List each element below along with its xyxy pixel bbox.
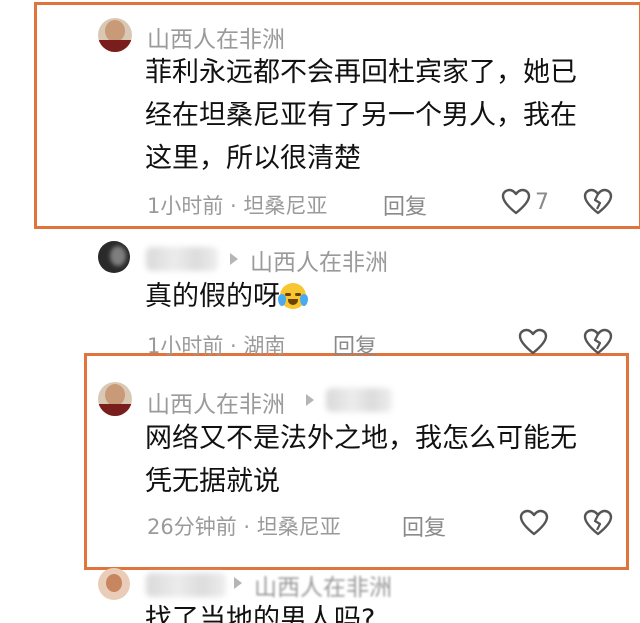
heart-icon[interactable] bbox=[518, 328, 548, 356]
comment-1: 山西人在非洲 菲利永远都不会再回杜宾家了，她已 经在坦桑尼亚有了另一个男人，我在… bbox=[0, 0, 640, 230]
comment-meta: 1小时前 · 坦桑尼亚 bbox=[147, 194, 328, 218]
like-count: 7 bbox=[535, 190, 549, 215]
avatar[interactable] bbox=[98, 241, 130, 273]
comment-username[interactable]: 山西人在非洲 bbox=[147, 20, 285, 54]
blurred-username bbox=[146, 573, 226, 597]
broken-heart-icon[interactable] bbox=[583, 509, 613, 537]
heart-icon[interactable] bbox=[519, 509, 549, 537]
comment-text-line: 凭无据就说 bbox=[145, 466, 280, 497]
comment-text-line: 找了当地的男人吗? bbox=[145, 604, 376, 623]
avatar[interactable] bbox=[98, 568, 130, 600]
reply-button[interactable]: 回复 bbox=[402, 510, 446, 542]
avatar[interactable] bbox=[98, 18, 132, 52]
reply-arrow-icon bbox=[234, 577, 242, 589]
comment-2: 山西人在非洲 真的假的呀 1小时前 · 湖南 回复 bbox=[0, 230, 640, 360]
comment-text-line: 菲利永远都不会再回杜宾家了，她已 bbox=[145, 57, 577, 88]
blurred-username bbox=[326, 388, 392, 412]
reply-to-username[interactable]: 山西人在非洲 bbox=[250, 243, 388, 277]
comment-text-line: 这里，所以很清楚 bbox=[145, 143, 361, 174]
avatar[interactable] bbox=[98, 382, 132, 416]
comment-text-line: 网络又不是法外之地，我怎么可能无 bbox=[145, 423, 577, 454]
comment-text-line: 真的假的呀 bbox=[145, 275, 308, 318]
reply-to-username[interactable]: 山西人在非洲 bbox=[254, 568, 392, 602]
comment-3: 山西人在非洲 网络又不是法外之地，我怎么可能无 凭无据就说 26分钟前 · 坦桑… bbox=[0, 355, 640, 565]
blurred-username bbox=[146, 247, 218, 271]
comment-text-line: 经在坦桑尼亚有了另一个男人，我在 bbox=[145, 100, 577, 131]
broken-heart-icon[interactable] bbox=[583, 328, 613, 356]
broken-heart-icon[interactable] bbox=[583, 188, 613, 216]
reply-arrow-icon bbox=[306, 394, 314, 406]
comment-meta: 26分钟前 · 坦桑尼亚 bbox=[147, 515, 341, 539]
comment-4: 山西人在非洲 找了当地的男人吗? bbox=[0, 565, 640, 623]
reply-button[interactable]: 回复 bbox=[383, 189, 427, 221]
crying-laughing-emoji bbox=[278, 283, 308, 309]
heart-icon[interactable] bbox=[501, 188, 531, 216]
reply-arrow-icon bbox=[230, 253, 238, 265]
comment-username[interactable]: 山西人在非洲 bbox=[147, 385, 285, 419]
